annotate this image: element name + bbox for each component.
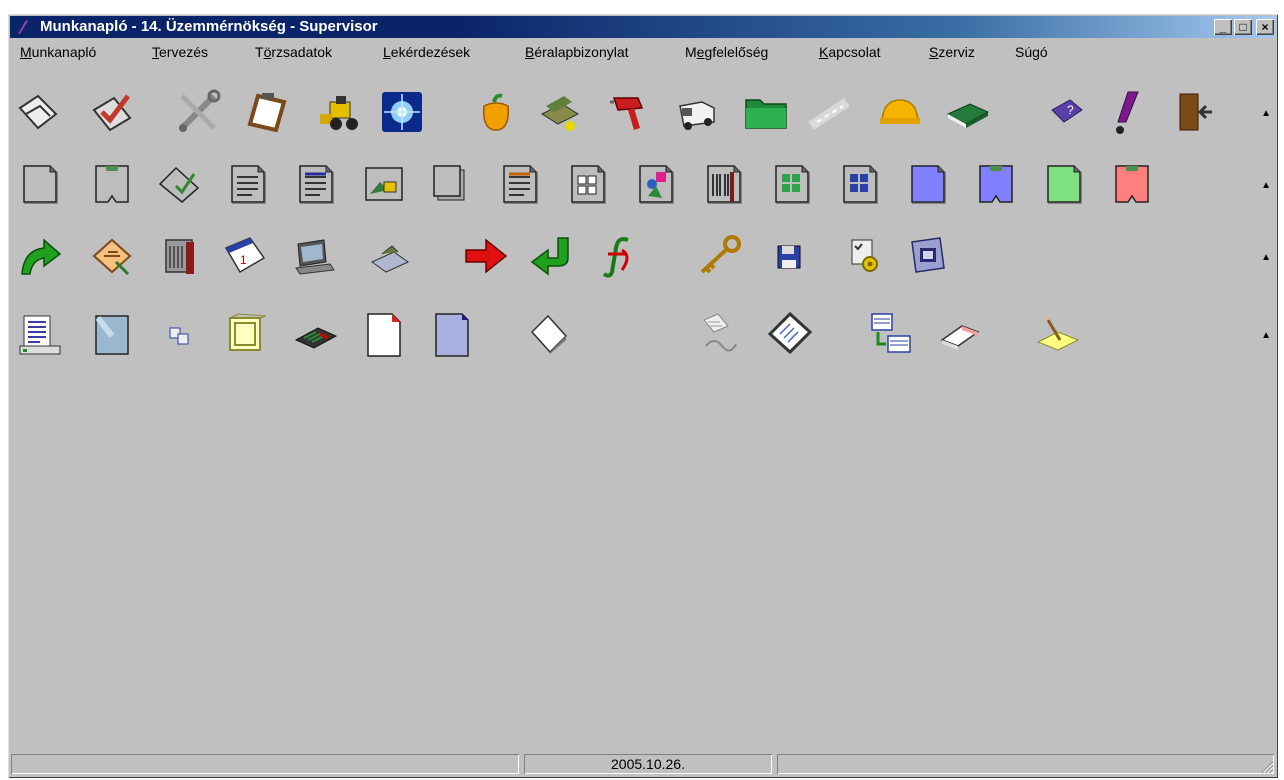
window-title: Munkanapló - 14. Üzemmérnökség - Supervi… [40, 18, 378, 35]
doc-tab-icon[interactable] [88, 160, 136, 208]
folder-view-icon[interactable] [904, 232, 952, 280]
toolbar-main: ▲? [10, 80, 1276, 146]
alert-icon[interactable] [1102, 88, 1150, 136]
status-panel-right [777, 754, 1274, 774]
red-arrow-icon[interactable] [462, 232, 510, 280]
app-icon [18, 20, 28, 35]
minimize-button[interactable]: _ [1214, 19, 1232, 35]
report-list-icon[interactable] [16, 310, 64, 358]
doc-list-icon[interactable] [496, 160, 544, 208]
doc-red-tab-icon[interactable] [1108, 160, 1156, 208]
resize-grip-icon[interactable] [1260, 760, 1274, 774]
menu-sugo[interactable]: Súgó [1015, 44, 1048, 60]
doc-green-grid-icon[interactable] [768, 160, 816, 208]
certificate-icon[interactable] [88, 232, 136, 280]
main-window: Munkanapló - 14. Üzemmérnökség - Supervi… [8, 14, 1278, 778]
doc-lines-icon[interactable] [224, 160, 272, 208]
status-bar: 2005.10.26. [10, 752, 1276, 776]
toolbar-grip[interactable]: ▲ [1261, 108, 1271, 119]
menu-munkanaplo[interactable]: Munkanapló [20, 44, 96, 60]
doc-gray-icon[interactable] [16, 160, 64, 208]
tools-icon[interactable] [174, 88, 222, 136]
status-panel-left [11, 754, 519, 774]
menu-tervezes[interactable]: Tervezés [152, 44, 208, 60]
blank-page-icon[interactable] [88, 310, 136, 358]
exit-door-icon[interactable] [1170, 88, 1218, 136]
doc-blue-grid-icon[interactable] [836, 160, 884, 208]
help-book-icon[interactable]: ? [1042, 88, 1090, 136]
document-link-icon[interactable] [696, 310, 744, 358]
green-forward-arrow-icon[interactable] [16, 232, 64, 280]
road-icon[interactable] [807, 88, 855, 136]
toolbar-documents: ▲ [10, 152, 1276, 218]
toolbar-grip[interactable]: ▲ [1261, 330, 1271, 341]
toolbar-grip[interactable]: ▲ [1261, 252, 1271, 263]
bulldozer-icon[interactable] [316, 88, 364, 136]
doc-check-icon[interactable] [156, 160, 204, 208]
book-icon[interactable] [944, 88, 992, 136]
doc-shapes-icon[interactable] [632, 160, 680, 208]
svg-text:?: ? [1067, 103, 1074, 117]
toolbar-actions: ▲ 1 [10, 224, 1276, 290]
menu-beralapbizonylat[interactable]: Béralapbizonylat [525, 44, 629, 60]
menu-megfeleloseg[interactable]: Megfelelőség [685, 44, 768, 60]
drill-icon[interactable] [604, 88, 652, 136]
toolbar-grip[interactable]: ▲ [1261, 180, 1271, 191]
pepper-icon[interactable] [472, 88, 520, 136]
doc-image-icon[interactable] [360, 160, 408, 208]
status-date: 2005.10.26. [524, 754, 772, 774]
clipboard-icon[interactable] [244, 88, 292, 136]
floppy-save-icon[interactable] [766, 232, 814, 280]
key-icon[interactable] [696, 232, 744, 280]
function-icon[interactable] [596, 232, 644, 280]
scanner-icon[interactable] [536, 88, 584, 136]
doc-blue-tab-icon[interactable] [972, 160, 1020, 208]
check-icon[interactable] [88, 88, 136, 136]
new-page-icon[interactable] [360, 310, 408, 358]
title-bar[interactable]: Munkanapló - 14. Üzemmérnökség - Supervi… [10, 16, 1276, 38]
truck-icon[interactable] [674, 88, 722, 136]
doc-stack-icon[interactable] [428, 160, 476, 208]
menu-bar: Munkanapló Tervezés Törzsadatok Lekérdez… [10, 41, 1276, 63]
notepad-icon[interactable] [766, 310, 814, 358]
flash-icon[interactable] [378, 88, 426, 136]
small-windows-icon[interactable] [156, 310, 204, 358]
menu-szerviz[interactable]: Szerviz [929, 44, 975, 60]
toolbar-reports: ▲ [10, 302, 1276, 368]
computer-icon[interactable] [290, 232, 338, 280]
calendar-icon[interactable]: 1 [220, 232, 268, 280]
folder-icon[interactable] [742, 88, 790, 136]
menu-torzsadatok[interactable]: Törzsadatok [255, 44, 332, 60]
calculator-panel-icon[interactable] [156, 232, 204, 280]
green-return-arrow-icon[interactable] [528, 232, 576, 280]
pencil-note-icon[interactable] [1034, 310, 1082, 358]
eraser-icon[interactable] [936, 310, 984, 358]
table-transfer-icon[interactable] [866, 310, 914, 358]
menu-lekerdezesek[interactable]: Lekérdezések [383, 44, 470, 60]
worklog-icon[interactable] [16, 88, 64, 136]
close-button[interactable]: × [1256, 19, 1274, 35]
doc-blue-icon[interactable] [904, 160, 952, 208]
doc-green-icon[interactable] [1040, 160, 1088, 208]
blue-page-icon[interactable] [428, 310, 476, 358]
menu-kapcsolat[interactable]: Kapcsolat [819, 44, 881, 60]
scanner-small-icon[interactable] [366, 232, 414, 280]
calculator-icon[interactable] [292, 310, 340, 358]
doc-grid-icon[interactable] [564, 160, 612, 208]
svg-text:1: 1 [240, 253, 247, 267]
doc-lines2-icon[interactable] [292, 160, 340, 208]
maximize-button[interactable]: □ [1234, 19, 1252, 35]
frame-icon[interactable] [222, 310, 270, 358]
settings-doc-icon[interactable] [840, 232, 888, 280]
doc-barcode-icon[interactable] [700, 160, 748, 208]
white-sheet-icon[interactable] [526, 310, 574, 358]
hardhat-icon[interactable] [876, 88, 924, 136]
